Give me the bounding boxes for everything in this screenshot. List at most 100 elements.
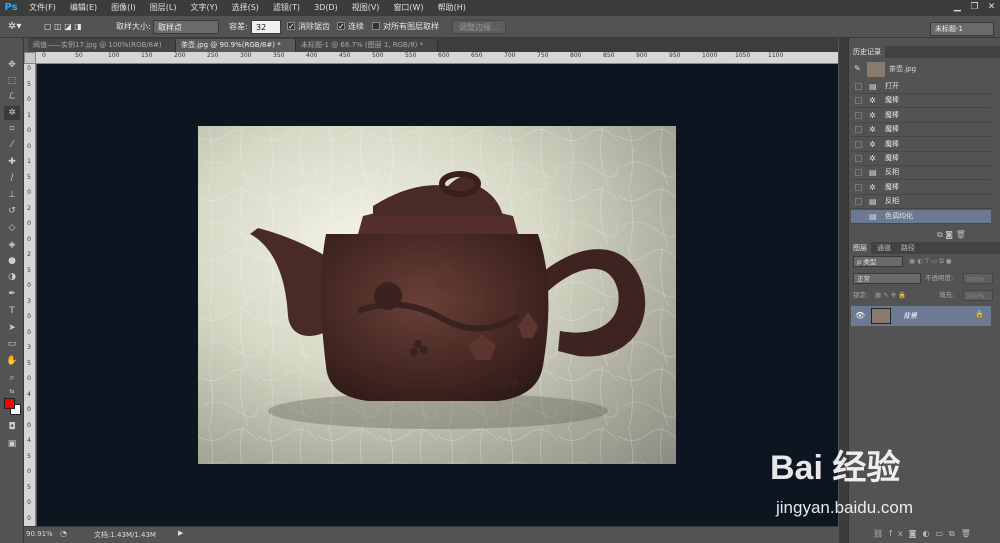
menu-3d[interactable]: 3D(D) xyxy=(307,0,345,16)
history-source-checkbox[interactable] xyxy=(855,212,862,220)
menu-image[interactable]: 图像(I) xyxy=(104,0,143,16)
history-item[interactable]: ✲ 魔棒 xyxy=(851,152,991,166)
tab-document-2[interactable]: 茶壶.jpg @ 90.9%(RGB/8#) * xyxy=(176,39,296,52)
all-layers-checkbox[interactable]: 对所有图层取样 xyxy=(372,20,439,34)
status-menu-arrow-icon[interactable]: ▶ xyxy=(178,529,183,537)
type-tool-icon[interactable]: T xyxy=(4,304,20,318)
lock-icons[interactable]: ▦ ✎ ✥ 🔒 xyxy=(875,290,906,301)
magic-wand-tool-icon[interactable]: ✲ xyxy=(4,106,20,120)
selection-mode-icons[interactable]: ▢ ◫ ◪ ◨ xyxy=(44,20,82,34)
menu-help[interactable]: 帮助(H) xyxy=(431,0,473,16)
history-brush-tool-icon[interactable]: ↺ xyxy=(4,204,20,218)
lasso-tool-icon[interactable]: ℒ xyxy=(4,90,20,104)
layer-kind-filter[interactable]: ρ 类型 xyxy=(853,256,903,267)
history-item[interactable]: ✲ 魔棒 xyxy=(851,94,991,109)
ruler-top-tick: 250 xyxy=(207,52,219,59)
history-item[interactable]: ✲ 魔棒 xyxy=(851,138,991,152)
new-document-from-state-icon[interactable]: ⧉ xyxy=(937,230,943,239)
delete-layer-icon[interactable]: 🗑 xyxy=(961,529,977,538)
eyedropper-tool-icon[interactable]: ⁄ xyxy=(4,138,20,152)
close-button[interactable]: ✕ xyxy=(983,0,1000,16)
restore-button[interactable]: ❐ xyxy=(966,0,983,16)
menu-filter[interactable]: 滤镜(T) xyxy=(266,0,307,16)
zoom-tool-icon[interactable]: ⌕ xyxy=(4,371,20,385)
tab-history[interactable]: 历史记录 xyxy=(849,46,885,58)
history-item[interactable]: ✲ 魔棒 xyxy=(851,181,991,195)
zoom-level[interactable]: 90.91% xyxy=(26,530,53,538)
layer-visibility-eye-icon[interactable]: 👁 xyxy=(855,311,865,320)
link-layers-icon[interactable]: ⛓ xyxy=(873,529,889,538)
layer-row-background[interactable]: 👁 背景 🔒 xyxy=(851,306,991,326)
tab-paths[interactable]: 路径 xyxy=(897,242,919,254)
history-item[interactable]: ▤ 打开 xyxy=(851,80,991,94)
share-icon[interactable]: ◔ xyxy=(60,529,67,538)
rectangle-tool-icon[interactable]: ▭ xyxy=(4,337,20,351)
layer-style-icon[interactable]: fx xyxy=(889,529,909,538)
fill-input[interactable]: 100% xyxy=(963,290,993,301)
contiguous-checkbox[interactable]: 连续 xyxy=(337,20,364,34)
foreground-color-swatch[interactable] xyxy=(4,398,15,409)
menu-layer[interactable]: 图层(L) xyxy=(143,0,184,16)
sample-size-select[interactable]: 取样点 xyxy=(153,20,219,34)
tab-layers[interactable]: 图层 xyxy=(849,242,871,254)
blend-mode-select[interactable]: 正常 xyxy=(853,273,921,284)
dodge-tool-icon[interactable]: ◑ xyxy=(4,270,20,284)
swap-colors-icon[interactable]: ⇆ xyxy=(4,385,20,399)
tolerance-input[interactable]: 32 xyxy=(251,20,281,34)
minimize-button[interactable]: ▁ xyxy=(949,0,966,16)
crop-tool-icon[interactable]: ⌗ xyxy=(4,122,20,136)
path-selection-tool-icon[interactable]: ➤ xyxy=(4,321,20,335)
history-source-checkbox[interactable] xyxy=(855,126,862,134)
menu-type[interactable]: 文字(Y) xyxy=(183,0,224,16)
menu-view[interactable]: 视图(V) xyxy=(345,0,387,16)
tab-document-3[interactable]: 未标题-1 @ 66.7% (图层 1, RGB/8) * xyxy=(296,39,438,52)
history-item[interactable]: ✲ 魔棒 xyxy=(851,123,991,138)
history-source-checkbox[interactable] xyxy=(855,140,862,148)
add-mask-icon[interactable]: ◙ xyxy=(909,529,923,538)
tab-channels[interactable]: 通道 xyxy=(873,242,895,254)
quick-mask-icon[interactable]: ◘ xyxy=(4,420,20,434)
antialias-checkbox[interactable]: 消除锯齿 xyxy=(287,20,330,34)
history-source-checkbox[interactable] xyxy=(855,155,862,162)
history-source-checkbox[interactable] xyxy=(855,83,862,90)
brush-tool-icon[interactable]: ∕ xyxy=(4,171,20,185)
history-item[interactable]: ▤ 反相 xyxy=(851,166,991,181)
eraser-tool-icon[interactable]: ◇ xyxy=(4,221,20,235)
teapot-photo[interactable] xyxy=(198,126,676,464)
new-snapshot-icon[interactable]: ◙ xyxy=(945,230,953,239)
ruler-top-tick: 500 xyxy=(372,52,384,59)
screen-mode-icon[interactable]: ▣ xyxy=(4,437,20,451)
new-layer-icon[interactable]: ⧉ xyxy=(949,529,961,538)
refine-edge-button[interactable]: 调整边缘... xyxy=(452,20,506,34)
pen-tool-icon[interactable]: ✒ xyxy=(4,287,20,301)
hand-tool-icon[interactable]: ✋ xyxy=(4,354,20,368)
tab-document-1[interactable]: 阀值——实例17.jpg @ 100%(RGB/8#) xyxy=(28,39,176,52)
history-item[interactable]: ▤ 色调均化 xyxy=(851,209,991,224)
menu-window[interactable]: 窗口(W) xyxy=(386,0,430,16)
healing-brush-tool-icon[interactable]: ✚ xyxy=(4,155,20,169)
menu-edit[interactable]: 编辑(E) xyxy=(63,0,104,16)
layer-filter-icons[interactable]: ▣ ◐ T ▭ ⧉ ● xyxy=(909,256,952,267)
adjustment-layer-icon[interactable]: ◐ xyxy=(922,529,935,538)
blur-tool-icon[interactable]: ● xyxy=(4,254,20,268)
history-source-checkbox[interactable] xyxy=(855,111,862,119)
history-source-checkbox[interactable] xyxy=(855,97,862,105)
new-group-icon[interactable]: ▭ xyxy=(935,529,949,538)
history-source-checkbox[interactable] xyxy=(855,198,862,206)
magic-wand-tool-preset-icon[interactable]: ✲▾ xyxy=(8,20,21,34)
delete-state-icon[interactable]: 🗑 xyxy=(956,230,966,239)
menu-file[interactable]: 文件(F) xyxy=(22,0,63,16)
history-item[interactable]: ✲ 魔棒 xyxy=(851,109,991,123)
workspace-select[interactable]: 未标题-1 xyxy=(930,22,994,36)
history-source-checkbox[interactable] xyxy=(855,169,862,177)
opacity-input[interactable]: 100% xyxy=(963,273,993,284)
history-source-checkbox[interactable] xyxy=(855,183,862,191)
history-item[interactable]: ▤ 反相 xyxy=(851,195,991,210)
clone-stamp-tool-icon[interactable]: ⊥ xyxy=(4,188,20,202)
paint-bucket-tool-icon[interactable]: ◈ xyxy=(4,238,20,252)
menu-select[interactable]: 选择(S) xyxy=(225,0,266,16)
history-snapshot[interactable]: ✎ 茶壶.jpg xyxy=(851,60,991,80)
move-tool-icon[interactable]: ✥ xyxy=(4,58,20,72)
marquee-tool-icon[interactable]: ⬚ xyxy=(4,74,20,88)
ruler-origin[interactable] xyxy=(24,52,36,64)
